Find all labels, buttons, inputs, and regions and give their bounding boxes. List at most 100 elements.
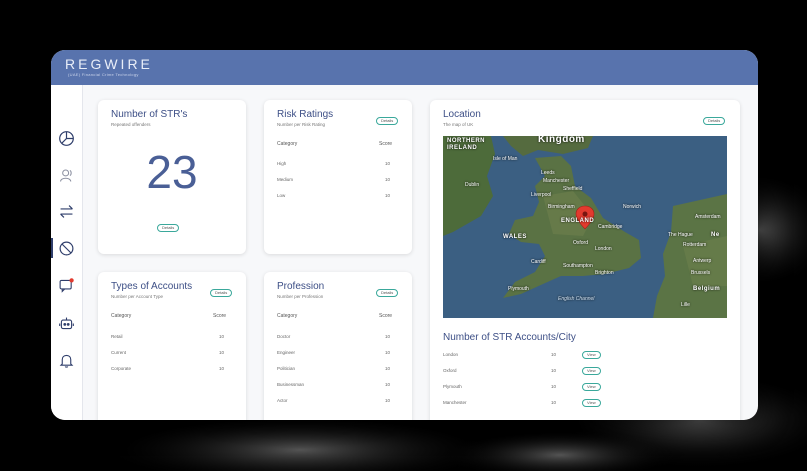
card-subtitle: Number per Account Type [111,294,163,299]
brand-tagline: (UAE) Financial Crime Technology [68,72,139,77]
row-category: Businessman [277,382,305,387]
row-category: Current [111,350,127,355]
column-header-category: Category [111,313,132,319]
row-score: 10 [385,382,391,387]
dashboard-window: REGWIRE (UAE) Financial Crime Technology… [51,50,758,420]
map-label-cambridge: Cambridge [598,224,623,230]
map-label-leeds: Leeds [541,170,555,176]
str-count-value: 23 [146,146,198,198]
map-label-netherlands: Ne [711,232,720,238]
card-title: Location [443,109,481,120]
map-label-antwerp: Antwerp [693,258,712,264]
map-label-kingdom: Kingdom [538,136,585,145]
column-header-score: Score [379,141,393,147]
row-score: 10 [385,398,391,403]
row-category: Corporate [111,366,132,371]
map-label-brighton: Brighton [595,270,614,276]
row-score: 10 [219,350,225,355]
column-header-score: Score [213,313,227,319]
row-score: 10 [385,334,391,339]
city-count: 10 [551,384,557,389]
map-label-lille: Lille [681,302,690,308]
card-title: Types of Accounts [111,281,193,292]
city-name: Plymouth [443,384,462,389]
bell-icon[interactable] [56,350,76,370]
city-name: London [443,352,459,357]
details-button[interactable]: Details [210,289,233,297]
row-category: Doctor [277,334,291,339]
column-header-category: Category [277,313,298,319]
map-label-birmingham: Birmingham [548,204,575,210]
map-label-sheffield: Sheffield [563,186,583,192]
details-button[interactable]: Details [703,117,726,125]
view-button[interactable]: View [582,367,601,375]
map-label-northern-ireland: NORTHERN IRELAND [447,138,485,151]
row-score: 10 [385,177,391,182]
profession-card: Profession Number per Profession Details… [264,272,412,420]
city-section-title: Number of STR Accounts/City [443,332,576,343]
card-title: Profession [277,281,325,292]
map-label-amsterdam: Amsterdam [695,214,721,220]
row-category: Retail [111,334,123,339]
card-title: Number of STR's [111,109,188,120]
map-label-manchester: Manchester [543,178,570,184]
brand-logo[interactable]: REGWIRE [65,56,153,72]
card-subtitle: Number per Profession [277,294,324,299]
uk-map[interactable]: Kingdom NORTHERN IRELAND Isle of Man Dub… [443,136,727,318]
map-label-norwich: Norwich [623,204,642,210]
card-subtitle: Number per Risk Rating [277,122,326,127]
row-category: Politician [277,366,296,371]
row-score: 10 [219,366,225,371]
risk-ratings-card: Risk Ratings Number per Risk Rating Deta… [264,100,412,254]
column-header-score: Score [379,313,393,319]
map-label-southampton: Southampton [563,263,593,269]
map-label-dublin: Dublin [465,182,480,188]
city-name: Oxford [443,368,457,373]
pie-chart-icon[interactable] [56,128,76,148]
row-score: 10 [385,161,391,166]
bot-icon[interactable] [56,313,76,333]
card-subtitle: The map of UK [443,122,474,127]
map-label-cardiff: Cardiff [531,259,546,265]
sidebar [51,85,83,420]
row-category: Medium [277,177,294,182]
view-button[interactable]: View [582,399,601,407]
map-label-london: London [595,246,612,252]
top-bar: REGWIRE (UAE) Financial Crime Technology [51,50,758,85]
map-label-wales: WALES [503,234,527,240]
map-terrain [443,136,727,318]
city-count: 10 [551,400,557,405]
chat-alert-icon[interactable] [56,275,76,295]
row-category: Low [277,193,286,198]
card-subtitle: Repeated offenders [111,122,151,127]
city-name: Manchester [443,400,467,405]
map-label-liverpool: Liverpool [531,192,552,198]
account-types-card: Types of Accounts Number per Account Typ… [98,272,246,420]
transfer-icon[interactable] [56,201,76,221]
view-button[interactable]: View [582,383,601,391]
row-score: 10 [385,350,391,355]
user-icon[interactable] [56,165,76,185]
map-label-isle-of-man: Isle of Man [493,156,518,162]
row-category: High [277,161,287,166]
location-card: Location The map of UK Details Kingdom N… [430,100,740,420]
map-label-the-hague: The Hague [668,232,693,238]
row-category: Engineer [277,350,296,355]
map-label-oxford: Oxford [573,240,589,246]
map-label-english-channel: English Channel [558,296,595,302]
map-label-belgium: Belgium [693,286,721,292]
map-label-plymouth: Plymouth [508,286,529,292]
str-count-card: Number of STR's Repeated offenders 23 De… [98,100,246,254]
row-score: 10 [385,366,391,371]
city-count: 10 [551,368,557,373]
view-button[interactable]: View [582,351,601,359]
city-count: 10 [551,352,557,357]
row-score: 10 [219,334,225,339]
details-button[interactable]: Details [376,289,399,297]
map-label-brussels: Brussels [691,270,711,276]
block-icon[interactable] [56,238,76,258]
details-button[interactable]: Details [157,224,180,232]
nav-active-indicator [51,238,53,258]
card-title: Risk Ratings [277,109,334,120]
details-button[interactable]: Details [376,117,399,125]
